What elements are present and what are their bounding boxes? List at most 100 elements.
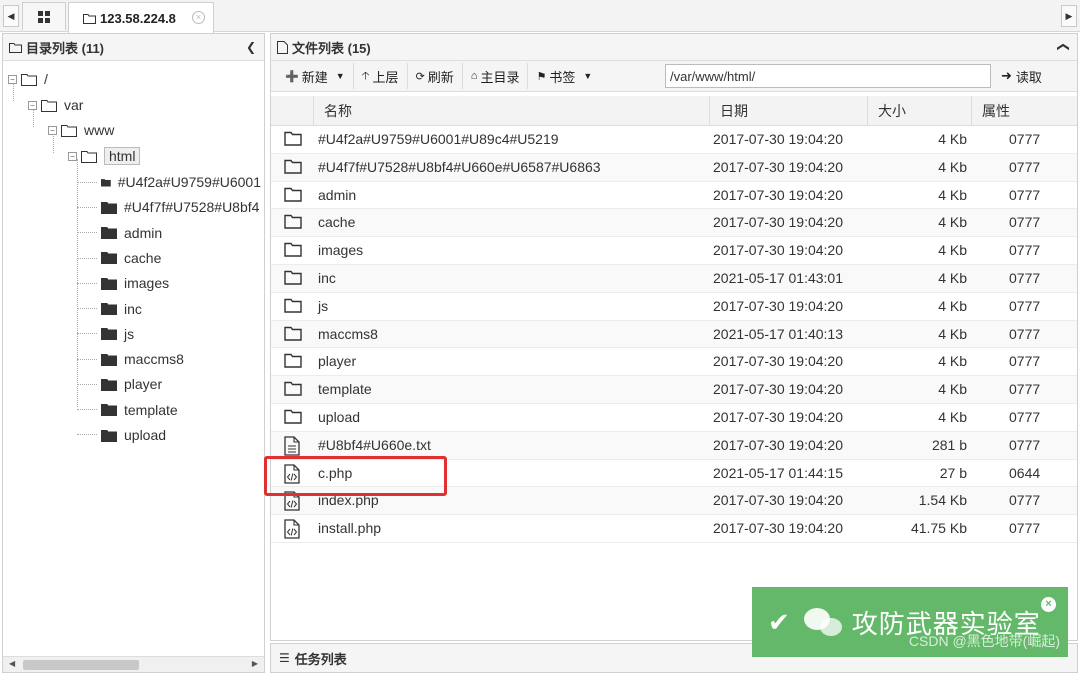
file-type-icon xyxy=(284,436,302,456)
scroll-left-icon[interactable]: ◀ xyxy=(9,659,15,668)
file-name[interactable]: images xyxy=(318,237,363,264)
file-attr[interactable]: 0777 xyxy=(1009,182,1040,209)
close-icon[interactable]: × xyxy=(192,11,205,24)
file-attr[interactable]: 0644 xyxy=(1009,460,1040,487)
tree-node-child[interactable]: player xyxy=(101,373,261,395)
file-attr[interactable]: 0777 xyxy=(1009,376,1040,403)
close-icon[interactable]: × xyxy=(1041,597,1056,612)
file-attr[interactable]: 0777 xyxy=(1009,487,1040,514)
file-attr[interactable]: 0777 xyxy=(1009,126,1040,153)
file-name[interactable]: player xyxy=(318,348,356,375)
file-name[interactable]: admin xyxy=(318,182,356,209)
tree-node-child[interactable]: template xyxy=(101,399,261,421)
file-panel: 文件列表 (15) ❮ ➕ 新建 ▼ 🡡 上层 ⟳ 刷新 ⌂ 主目录 ⚑ 书签 … xyxy=(270,33,1078,641)
file-attr[interactable]: 0777 xyxy=(1009,321,1040,348)
file-name[interactable]: maccms8 xyxy=(318,321,378,348)
tree-node-child[interactable]: cache xyxy=(101,247,261,269)
file-row[interactable]: #U4f2a#U9759#U6001#U89c4#U5219 2017-07-30… xyxy=(271,126,1077,154)
file-name[interactable]: template xyxy=(318,376,372,403)
file-name[interactable]: install.php xyxy=(318,515,381,542)
file-name[interactable]: inc xyxy=(318,265,336,292)
file-row[interactable]: maccms8 2021-05-17 01:40:13 4 Kb 0777 xyxy=(271,320,1077,349)
home-dir-button[interactable]: ⌂ 主目录 xyxy=(463,63,529,89)
new-button[interactable]: ➕ 新建 ▼ xyxy=(277,63,354,89)
file-attr[interactable]: 0777 xyxy=(1009,265,1040,292)
file-row[interactable]: images 2017-07-30 19:04:20 4 Kb 0777 xyxy=(271,237,1077,265)
tree-node-www[interactable]: − www xyxy=(48,119,114,141)
file-name[interactable]: #U4f7f#U7528#U8bf4#U660e#U6587#U6863 xyxy=(318,154,601,181)
file-row[interactable]: js 2017-07-30 19:04:20 4 Kb 0777 xyxy=(271,292,1077,321)
column-date-header[interactable]: 日期 xyxy=(709,96,867,126)
tree-node-child[interactable]: inc xyxy=(101,298,261,320)
folder-icon xyxy=(83,13,96,24)
grid-icon xyxy=(38,10,50,23)
file-name[interactable]: #U4f2a#U9759#U6001#U89c4#U5219 xyxy=(318,126,559,153)
collapse-left-icon[interactable]: ❮ xyxy=(246,40,256,54)
file-attr[interactable]: 0777 xyxy=(1009,237,1040,264)
tree-node-label: html xyxy=(104,147,141,165)
tab-scroll-left-button[interactable]: ◀ xyxy=(3,5,19,27)
folder-icon xyxy=(284,187,302,202)
file-attr[interactable]: 0777 xyxy=(1009,154,1040,181)
collapse-up-icon[interactable]: ❮ xyxy=(1057,42,1071,52)
tree-node-child[interactable]: #U4f7f#U7528#U8bf4 xyxy=(101,196,261,218)
file-row[interactable]: install.php 2017-07-30 19:04:20 41.75 Kb 07… xyxy=(271,515,1077,543)
directory-panel: 目录列表 (11) ❮ − / − var − www − html #U4f2… xyxy=(2,33,265,673)
column-size-header[interactable]: 大小 xyxy=(867,96,971,126)
file-attr[interactable]: 0777 xyxy=(1009,404,1040,431)
up-button[interactable]: 🡡 上层 xyxy=(354,63,408,89)
scroll-right-icon[interactable]: ▶ xyxy=(252,659,258,668)
file-row[interactable]: template 2017-07-30 19:04:20 4 Kb 0777 xyxy=(271,376,1077,404)
file-row[interactable]: inc 2021-05-17 01:43:01 4 Kb 0777 xyxy=(271,264,1077,293)
file-name[interactable]: js xyxy=(318,293,328,320)
file-attr[interactable]: 0777 xyxy=(1009,515,1040,542)
scrollbar-thumb[interactable] xyxy=(23,660,139,670)
file-row[interactable]: upload 2017-07-30 19:04:20 4 Kb 0777 xyxy=(271,403,1077,432)
tree-node-var[interactable]: − var xyxy=(28,94,83,116)
collapse-toggle-icon[interactable]: − xyxy=(28,100,37,110)
tree-node-child[interactable]: admin xyxy=(101,222,261,244)
file-row[interactable]: #U4f7f#U7528#U8bf4#U660e#U6587#U6863 2017… xyxy=(271,153,1077,182)
refresh-icon: ⟳ xyxy=(415,70,425,83)
tab-host[interactable]: 123.58.224.8 × xyxy=(68,2,214,33)
tree-node-root[interactable]: − / xyxy=(8,68,48,90)
tree-node-child[interactable]: maccms8 xyxy=(101,348,261,370)
tree-node-html[interactable]: − html xyxy=(68,145,141,167)
file-row[interactable]: c.php 2021-05-17 01:44:15 27 b 0644 xyxy=(271,459,1077,488)
file-row[interactable]: cache 2017-07-30 19:04:20 4 Kb 0777 xyxy=(271,209,1077,238)
collapse-toggle-icon[interactable]: − xyxy=(8,74,17,84)
file-attr[interactable]: 0777 xyxy=(1009,293,1040,320)
file-attr[interactable]: 0777 xyxy=(1009,209,1040,236)
bookmark-button[interactable]: ⚑ 书签 ▼ xyxy=(528,63,600,89)
path-input[interactable] xyxy=(665,64,991,88)
file-size: 41.75 Kb xyxy=(910,520,967,537)
file-icon xyxy=(277,40,288,54)
folder-icon xyxy=(284,354,302,369)
column-attr-header[interactable]: 属性 xyxy=(971,96,1077,126)
file-row[interactable]: admin 2017-07-30 19:04:20 4 Kb 0777 xyxy=(271,181,1077,210)
collapse-toggle-icon[interactable]: − xyxy=(68,151,77,161)
refresh-button[interactable]: ⟳ 刷新 xyxy=(408,63,463,89)
file-attr[interactable]: 0777 xyxy=(1009,348,1040,375)
file-row[interactable]: player 2017-07-30 19:04:20 4 Kb 0777 xyxy=(271,348,1077,377)
file-name[interactable]: index.php xyxy=(318,487,379,514)
file-name[interactable]: c.php xyxy=(318,460,352,487)
file-attr[interactable]: 0777 xyxy=(1009,432,1040,459)
horizontal-scrollbar[interactable]: ◀ ▶ xyxy=(3,656,264,672)
home-tab[interactable] xyxy=(22,2,66,30)
file-row[interactable]: #U8bf4#U660e.txt 2017-07-30 19:04:20 281 b… xyxy=(271,431,1077,460)
collapse-toggle-icon[interactable]: − xyxy=(48,125,57,135)
tree-node-child[interactable]: #U4f2a#U9759#U6001 xyxy=(101,171,261,193)
file-name[interactable]: #U8bf4#U660e.txt xyxy=(318,432,431,459)
tree-node-child[interactable]: images xyxy=(101,272,261,294)
column-name-header[interactable]: 名称 xyxy=(313,96,709,126)
tree-node-label: #U4f2a#U9759#U6001 xyxy=(117,174,261,190)
tab-scroll-right-button[interactable]: ▶ xyxy=(1061,5,1077,27)
read-button[interactable]: ➜ 读取 xyxy=(1001,64,1042,88)
file-type-icon xyxy=(284,463,302,484)
file-row[interactable]: index.php 2017-07-30 19:04:20 1.54 Kb 0777 xyxy=(271,487,1077,516)
tree-node-child[interactable]: upload xyxy=(101,424,261,446)
tree-node-child[interactable]: js xyxy=(101,323,261,345)
file-name[interactable]: cache xyxy=(318,209,355,236)
file-name[interactable]: upload xyxy=(318,404,360,431)
